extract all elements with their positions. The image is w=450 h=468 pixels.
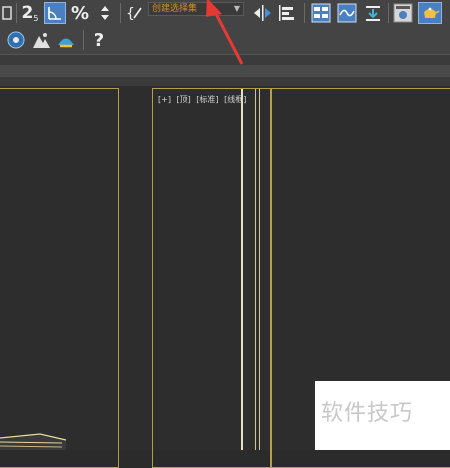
toolbar-separator (388, 3, 389, 23)
material-editor-icon[interactable] (5, 29, 27, 51)
scene-object-fragment (0, 433, 67, 450)
named-selection-set-dropdown[interactable]: 创建选择集 ▼ (148, 2, 244, 16)
mirror-icon[interactable] (252, 2, 274, 24)
ribbon-strip (0, 54, 450, 88)
render-frame-window-icon[interactable] (55, 29, 77, 51)
chevron-down-icon: ▼ (233, 4, 240, 13)
watermark-text: 软件技巧 (321, 401, 414, 426)
guide-line (259, 89, 260, 450)
environment-icon[interactable] (30, 29, 52, 51)
scene-explorer-icon[interactable] (310, 2, 332, 24)
snap-2-5d-icon[interactable]: 25 (19, 2, 41, 24)
schematic-view-icon[interactable] (362, 2, 384, 24)
selection-set-placeholder: 创建选择集 (152, 4, 198, 14)
viewport-label[interactable]: [+] [顶] [标准] [线框] (158, 94, 249, 105)
viewport-left[interactable] (0, 88, 119, 468)
percent-snap-icon[interactable]: % (69, 2, 91, 24)
guide-line (255, 89, 256, 450)
render-teapot-icon[interactable] (418, 2, 442, 24)
guide-line (241, 89, 243, 450)
percent-snap-label: % (70, 2, 90, 24)
align-icon[interactable] (276, 2, 298, 24)
help-label: ? (93, 29, 105, 51)
toolbar-separator (120, 3, 121, 23)
main-toolbar: 25 % { 创建选择集 ▼ (0, 0, 450, 26)
watermark: 软件技巧 (315, 381, 450, 450)
edit-named-selection-icon[interactable]: { (124, 2, 146, 24)
snap-label: 2 (21, 3, 34, 23)
partial-tool-icon[interactable] (0, 3, 14, 23)
toolbar-separator (83, 30, 84, 50)
curve-editor-icon[interactable] (336, 2, 358, 24)
viewport-pov-label[interactable]: [顶] (177, 95, 191, 104)
ribbon-bar (0, 65, 450, 77)
secondary-toolbar: ? (0, 26, 450, 54)
spinner-snap-icon[interactable] (94, 2, 116, 24)
snap-sub-label: 5 (33, 13, 39, 23)
toolbar-separator (304, 3, 305, 23)
svg-text:{: { (126, 6, 135, 22)
angle-snap-icon[interactable] (44, 2, 66, 24)
viewport-shading-label[interactable]: [标准] (196, 95, 218, 104)
render-setup-icon[interactable] (392, 2, 414, 24)
toolbar-separator (16, 3, 17, 23)
viewport-display-label[interactable]: [线框] (224, 95, 246, 104)
viewport-menu-plus[interactable]: [+] (158, 95, 171, 104)
help-icon[interactable]: ? (88, 29, 110, 51)
viewport-top[interactable] (152, 88, 271, 468)
